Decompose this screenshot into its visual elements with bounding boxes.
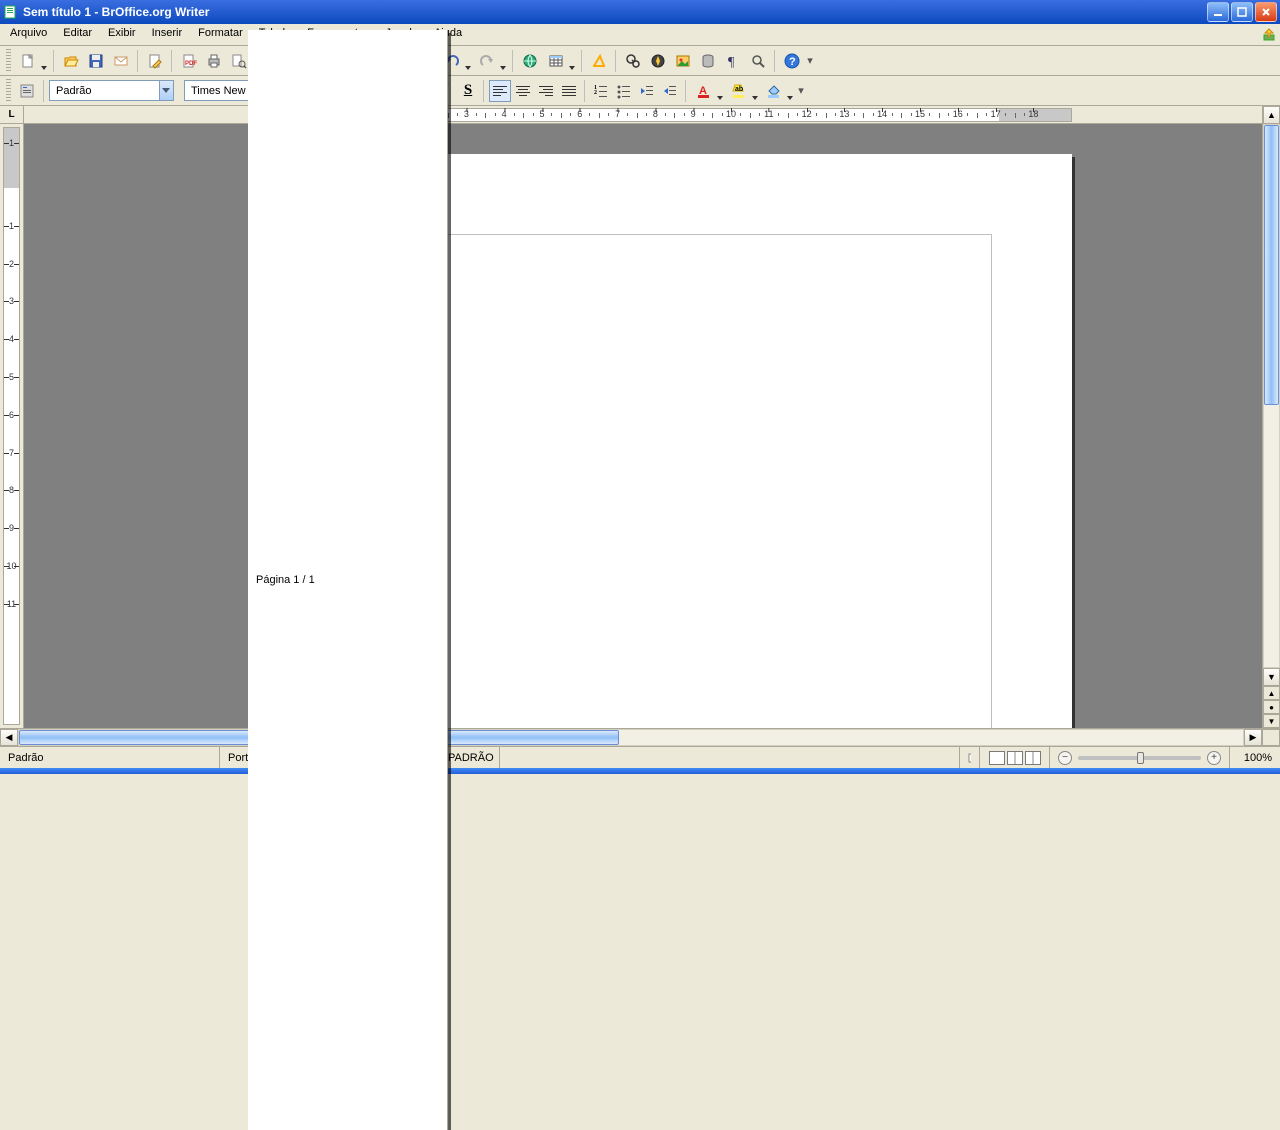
title-bar: Sem título 1 - BrOffice.org Writer: [0, 0, 1280, 24]
window-title: Sem título 1 - BrOffice.org Writer: [23, 5, 1207, 19]
status-signature[interactable]: [960, 747, 980, 768]
new-button[interactable]: [15, 49, 49, 73]
menu-editar[interactable]: Editar: [55, 24, 100, 45]
text-area[interactable]: [352, 234, 992, 728]
export-pdf-button[interactable]: PDF: [177, 49, 201, 73]
paragraph-style-dropdown[interactable]: [159, 81, 173, 100]
align-left-button[interactable]: [489, 80, 511, 102]
vertical-ruler[interactable]: 11234567891011: [3, 127, 20, 725]
zoom-track[interactable]: [1078, 756, 1201, 760]
vertical-scrollbar[interactable]: ▲ ▼ ▲ ● ▼: [1262, 106, 1280, 728]
zoom-in-button[interactable]: +: [1207, 751, 1221, 765]
status-selection-mode[interactable]: PADRÃO: [440, 747, 500, 768]
scroll-corner: [1262, 729, 1280, 746]
align-center-button[interactable]: [512, 80, 534, 102]
horizontal-scrollbar[interactable]: ◀ ▶: [0, 728, 1280, 746]
zoom-out-button[interactable]: −: [1058, 751, 1072, 765]
decrease-indent-button[interactable]: [636, 80, 658, 102]
menu-inserir[interactable]: Inserir: [144, 24, 191, 45]
navigator-button[interactable]: [646, 49, 670, 73]
taskbar-sliver: [0, 768, 1280, 774]
vscroll-track[interactable]: [1263, 124, 1280, 668]
zoom-slider[interactable]: − +: [1050, 747, 1230, 768]
toolbar-grip[interactable]: [6, 79, 11, 103]
background-color-button[interactable]: [761, 79, 795, 103]
svg-text:PDF: PDF: [185, 61, 197, 67]
help-button[interactable]: ?: [780, 49, 804, 73]
status-modified[interactable]: [500, 747, 960, 768]
highlight-color-button[interactable]: ab: [726, 79, 760, 103]
book-view-icon[interactable]: [1025, 751, 1041, 765]
show-draw-functions-button[interactable]: [587, 49, 611, 73]
print-button[interactable]: [202, 49, 226, 73]
font-color-button[interactable]: A: [691, 79, 725, 103]
document-viewport[interactable]: [24, 124, 1262, 728]
toolbar-overflow[interactable]: ▾: [796, 80, 806, 102]
menu-bar: Arquivo Editar Exibir Inserir Formatar T…: [0, 24, 1280, 46]
hscroll-track[interactable]: [18, 729, 1244, 746]
zoom-handle[interactable]: [1137, 752, 1144, 764]
svg-text:ab: ab: [735, 86, 743, 93]
zoom-percent[interactable]: 100%: [1230, 747, 1280, 768]
svg-text:2: 2: [594, 90, 597, 96]
status-page[interactable]: Página 1 / 1: [248, 30, 448, 1130]
paragraph-style-combo[interactable]: [49, 80, 174, 101]
previous-page-button[interactable]: ▲: [1263, 686, 1280, 700]
app-icon: [3, 4, 19, 20]
formatting-toolbar: N I S 12 A ab ▾: [0, 76, 1280, 106]
view-layout-buttons[interactable]: [980, 747, 1050, 768]
zoom-button[interactable]: [746, 49, 770, 73]
status-style[interactable]: Padrão: [0, 747, 220, 768]
ruler-corner[interactable]: L: [0, 106, 23, 124]
paragraph-style-input[interactable]: [54, 84, 159, 98]
open-button[interactable]: [59, 49, 83, 73]
horizontal-ruler-row: 1123456789101112131415161718: [24, 106, 1262, 124]
email-button[interactable]: [109, 49, 133, 73]
next-page-button[interactable]: ▼: [1263, 714, 1280, 728]
menu-arquivo[interactable]: Arquivo: [2, 24, 55, 45]
scroll-down-button[interactable]: ▼: [1263, 668, 1280, 686]
maximize-button[interactable]: [1231, 2, 1253, 22]
navigation-button[interactable]: ●: [1263, 700, 1280, 714]
data-sources-button[interactable]: [696, 49, 720, 73]
increase-indent-button[interactable]: [659, 80, 681, 102]
edit-file-button[interactable]: [143, 49, 167, 73]
scroll-right-button[interactable]: ▶: [1244, 729, 1262, 746]
work-area: L 11234567891011 11234567891011121314151…: [0, 106, 1280, 728]
menu-formatar[interactable]: Formatar: [190, 24, 251, 45]
table-button[interactable]: [543, 49, 577, 73]
find-replace-button[interactable]: [621, 49, 645, 73]
gallery-button[interactable]: [671, 49, 695, 73]
standard-toolbar: PDF ABC ABC ¶ ? ▾: [0, 46, 1280, 76]
toolbar-grip[interactable]: [6, 49, 11, 73]
scroll-left-button[interactable]: ◀: [0, 729, 18, 746]
nonprinting-characters-button[interactable]: ¶: [721, 49, 745, 73]
vscroll-thumb[interactable]: [1264, 125, 1279, 405]
svg-text:¶: ¶: [728, 55, 735, 69]
numbered-list-button[interactable]: 12: [590, 80, 612, 102]
align-justify-button[interactable]: [558, 80, 580, 102]
minimize-button[interactable]: [1207, 2, 1229, 22]
styles-window-button[interactable]: [15, 79, 39, 103]
toolbar-overflow[interactable]: ▾: [805, 50, 815, 72]
align-right-button[interactable]: [535, 80, 557, 102]
menu-exibir[interactable]: Exibir: [100, 24, 144, 45]
bulleted-list-button[interactable]: [613, 80, 635, 102]
status-bar: Página 1 / 1 Padrão Português (Brasil) I…: [0, 746, 1280, 768]
svg-text:?: ?: [789, 56, 796, 68]
single-page-view-icon[interactable]: [989, 751, 1005, 765]
multi-page-view-icon[interactable]: [1007, 751, 1023, 765]
hyperlink-button[interactable]: [518, 49, 542, 73]
redo-button[interactable]: [474, 49, 508, 73]
close-button[interactable]: [1255, 2, 1277, 22]
update-icon[interactable]: [1260, 24, 1278, 45]
save-button[interactable]: [84, 49, 108, 73]
underline-button[interactable]: S: [457, 80, 479, 102]
scroll-up-button[interactable]: ▲: [1263, 106, 1280, 124]
vertical-ruler-column: L 11234567891011: [0, 106, 24, 728]
